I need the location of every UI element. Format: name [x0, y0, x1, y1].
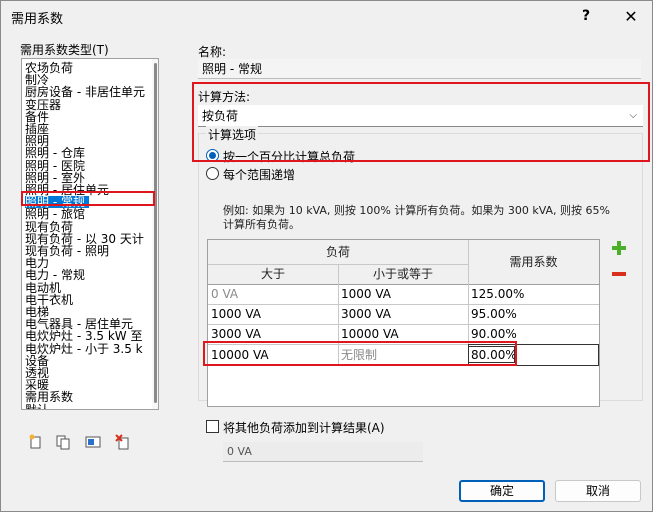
list-item[interactable]: 电力 - 常规 [25, 269, 85, 281]
method-highlight-box [192, 82, 650, 162]
header-load: 负荷 [208, 240, 468, 264]
name-field[interactable]: 照明 - 常规 [198, 59, 641, 79]
add-other-loads-label[interactable]: 将其他负荷添加到计算结果(A) [223, 419, 385, 436]
list-item[interactable]: 设备 [25, 355, 49, 367]
type-list-label: 需用系数类型(T) [20, 43, 109, 57]
list-item[interactable]: 电炊炉灶 - 3.5 kW 至 [25, 330, 143, 342]
add-row-button[interactable] [610, 239, 628, 257]
table-cell[interactable]: 0 VA [208, 284, 338, 304]
title-bar: 需用系数 ? ✕ [1, 1, 652, 31]
selection-highlight-box [21, 191, 155, 206]
row-highlight-box [203, 341, 517, 366]
close-button[interactable]: ✕ [616, 4, 646, 28]
cancel-button[interactable]: 取消 [555, 480, 641, 502]
list-item[interactable]: 现有负荷 [25, 221, 73, 233]
radio-incremental-label[interactable]: 每个范围递增 [223, 166, 295, 183]
remove-row-button[interactable] [610, 265, 628, 283]
list-item[interactable]: 需用系数 [25, 391, 73, 403]
delete-icon[interactable] [114, 433, 132, 451]
list-item[interactable]: 照明 - 仓库 [25, 147, 85, 159]
list-scrollbar[interactable] [152, 59, 158, 409]
header-greater-than: 大于 [208, 264, 338, 284]
list-scroll-thumb[interactable] [154, 63, 157, 403]
help-button[interactable]: ? [571, 4, 601, 28]
example-text: 例如: 如果为 10 kVA, 则按 100% 计算所有负荷。如果为 300 k… [223, 204, 610, 231]
dialog-window: 需用系数 ? ✕ 需用系数类型(T) 农场负荷 制冷 厨房设备 - 非居住单元 变压器… [0, 0, 653, 512]
list-item[interactable]: 照明 - 室外 [25, 172, 85, 184]
list-item[interactable]: 电动机 [25, 282, 61, 294]
add-other-loads-checkbox[interactable] [206, 420, 219, 433]
window-title: 需用系数 [11, 12, 64, 27]
list-item[interactable]: 照明 - 旅馆 [25, 208, 85, 220]
duplicate-icon[interactable] [54, 433, 72, 451]
table-cell[interactable]: 1000 VA [338, 284, 468, 304]
list-item[interactable]: 照明 - 医院 [25, 160, 85, 172]
table-cell[interactable]: 1000 VA [208, 304, 338, 324]
header-demand-factor: 需用系数 [468, 240, 599, 284]
type-list[interactable]: 农场负荷 制冷 厨房设备 - 非居住单元 变压器 备件 插座 照明 照明 - 仓库 照明 - 医… [21, 58, 159, 410]
name-label: 名称: [198, 45, 227, 59]
list-item[interactable]: 现有负荷 - 照明 [25, 245, 109, 257]
header-less-or-equal: 小于或等于 [338, 264, 468, 284]
list-item[interactable]: 备件 [25, 111, 49, 123]
table-cell[interactable]: 95.00% [468, 304, 599, 324]
list-item[interactable]: 透视 [25, 367, 49, 379]
radio-incremental[interactable] [206, 167, 219, 180]
list-item[interactable]: 农场负荷 [25, 62, 73, 74]
list-item[interactable]: 电干衣机 [25, 294, 73, 306]
factor-table[interactable]: 负荷 大于 小于或等于 需用系数 0 VA 1000 VA 125.00% 10… [207, 239, 600, 407]
new-type-icon[interactable] [27, 433, 45, 451]
rename-icon[interactable] [84, 433, 102, 451]
list-item[interactable]: 变压器 [25, 99, 61, 111]
other-loads-value: 0 VA [223, 442, 423, 462]
ok-button[interactable]: 确定 [459, 480, 545, 502]
list-item[interactable]: 厨房设备 - 非居住单元 [25, 86, 145, 98]
list-item[interactable]: 现有负荷 - 以 30 天计 [25, 233, 144, 245]
table-cell[interactable]: 125.00% [468, 284, 599, 304]
table-cell[interactable]: 3000 VA [338, 304, 468, 324]
list-item[interactable]: 电炊炉灶 - 小于 3.5 k [25, 343, 143, 355]
list-item[interactable]: 插座 [25, 123, 49, 135]
list-item[interactable]: 默认 [25, 404, 49, 409]
list-item[interactable]: 电气器具 - 居住单元 [25, 318, 133, 330]
